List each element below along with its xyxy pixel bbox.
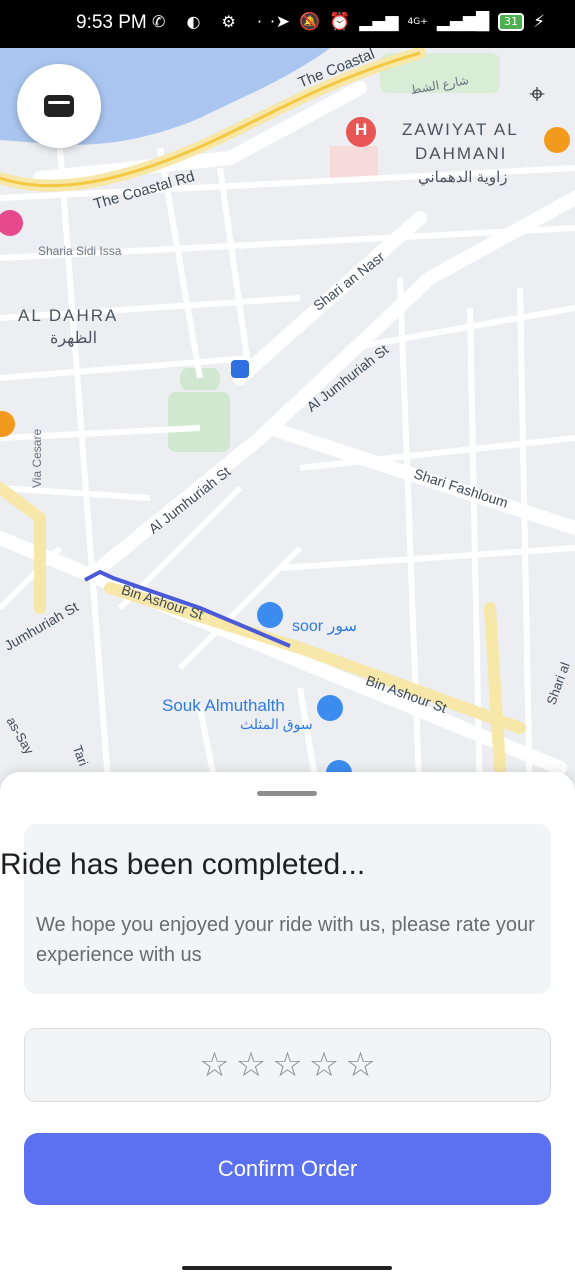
status-right-icons: ➤ 🔕 ⏰ ▂▄▆ 4G+ ▂▄▆█ 31 ⚡ <box>276 12 545 32</box>
shop-marker <box>0 210 23 236</box>
poi-label: سوق المثلث <box>240 716 313 732</box>
bus-stop-marker <box>231 360 249 378</box>
sheet-drag-handle[interactable] <box>257 791 317 796</box>
signal-icon: ▂▄▆ <box>359 12 399 32</box>
road-label: Sharia Sidi Issa <box>38 244 122 258</box>
area-label: AL DAHRA <box>18 306 119 325</box>
home-indicator[interactable] <box>182 1266 392 1270</box>
ride-complete-subtitle: We hope you enjoyed your ride with us, p… <box>36 914 535 966</box>
star-icon-4[interactable]: ☆ <box>309 1048 339 1082</box>
wallet-button[interactable] <box>17 64 101 148</box>
map-view[interactable]: H The Coastal Rd The Coastal شارع الشط S… <box>0 48 575 808</box>
area-label: زاوية الدهماني <box>418 169 508 186</box>
star-icon-5[interactable]: ☆ <box>345 1048 375 1082</box>
poi-label[interactable]: soor سور <box>292 616 357 636</box>
battery-icon: 31 <box>498 13 525 31</box>
alarm-icon: ⏰ <box>329 12 351 32</box>
star-icon-2[interactable]: ☆ <box>236 1048 266 1082</box>
restaurant-marker <box>544 127 570 153</box>
network-type: 4G+ <box>407 16 428 27</box>
star-rating: ☆ ☆ ☆ ☆ ☆ <box>24 1028 551 1102</box>
shop-marker <box>257 602 283 628</box>
status-bar: 9:53 PM ✆ ◐ ⚙ ··· ➤ 🔕 ⏰ ▂▄▆ 4G+ ▂▄▆█ 31 … <box>0 0 575 48</box>
star-icon-3[interactable]: ☆ <box>272 1048 302 1082</box>
ride-complete-title: Ride has been completed... <box>0 848 366 881</box>
mute-icon: 🔕 <box>298 12 321 32</box>
road-label: Via Cesare <box>30 428 44 488</box>
status-time: 9:53 PM <box>76 12 147 33</box>
ride-complete-sheet: Ride has been completed... We hope you e… <box>0 772 575 1280</box>
hospital-icon-letter: H <box>355 120 368 139</box>
notification-icons: ✆ ◐ ⚙ ··· <box>152 12 297 31</box>
my-location-icon[interactable]: ⌖ <box>521 78 553 110</box>
signal-icon: ▂▄▆█ <box>436 12 490 32</box>
area-label: DAHMANI <box>415 144 508 163</box>
park-area <box>168 392 230 452</box>
confirm-order-button[interactable]: Confirm Order <box>24 1133 551 1205</box>
area-label: ZAWIYAT AL <box>402 120 519 139</box>
shop-marker <box>317 695 343 721</box>
wallet-icon <box>44 95 74 117</box>
cafe-marker <box>0 411 15 437</box>
charging-icon: ⚡ <box>533 12 545 32</box>
location-icon: ➤ <box>275 12 290 32</box>
poi-label[interactable]: Souk Almuthalth <box>162 696 285 716</box>
area-label: الظهرة <box>50 330 98 347</box>
star-icon-1[interactable]: ☆ <box>199 1048 229 1082</box>
